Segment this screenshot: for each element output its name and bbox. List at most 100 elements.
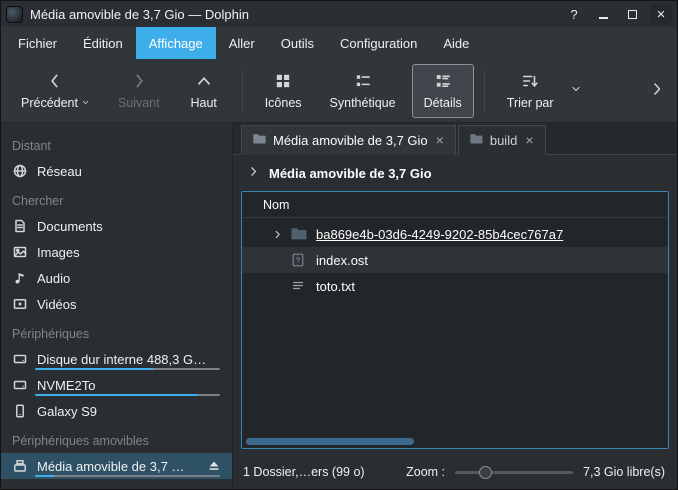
- chevron-right-icon: [130, 72, 148, 93]
- file-row-folder[interactable]: ba869e4b-03d6-4249-9202-85b4cec767a7: [242, 221, 668, 247]
- grid-icon: [274, 72, 292, 93]
- up-button[interactable]: Haut: [176, 64, 232, 118]
- zoom-slider-handle[interactable]: [479, 466, 492, 479]
- minimize-button[interactable]: [592, 4, 614, 24]
- places-panel: Distant Réseau Chercher Documents Images…: [1, 123, 233, 489]
- column-header-name[interactable]: Nom: [242, 192, 668, 218]
- help-button[interactable]: ?: [563, 4, 585, 24]
- titlebar: Média amovible de 3,7 Gio — Dolphin ? ×: [1, 1, 677, 27]
- toolbar: Précédent Suivant Haut Icônes Synthétiqu…: [1, 59, 677, 123]
- status-bar: 1 Dossier,…ers (99 o) Zoom : 7,3 Gio lib…: [233, 455, 677, 489]
- tab-build[interactable]: build ×: [458, 125, 546, 155]
- tab-close-icon[interactable]: ×: [435, 132, 445, 148]
- free-space-label: 7,3 Gio libre(s): [583, 465, 665, 479]
- breadcrumb-current: Média amovible de 3,7 Gio: [269, 166, 432, 181]
- sidebar-item-galaxy-s9[interactable]: Galaxy S9: [1, 398, 232, 424]
- items-summary: 1 Dossier,…ers (99 o): [243, 465, 365, 479]
- sidebar-item-media-amovible[interactable]: Média amovible de 3,7 …: [1, 453, 232, 479]
- disk-usage-bar: [35, 394, 220, 396]
- section-header-chercher: Chercher: [1, 184, 232, 213]
- icons-view-label: Icônes: [265, 96, 302, 110]
- zoom-slider[interactable]: [455, 465, 573, 479]
- file-name: toto.txt: [316, 279, 355, 294]
- sidebar-item-label: Disque dur interne 488,3 G…: [37, 352, 206, 367]
- menu-edition[interactable]: Édition: [70, 27, 136, 59]
- eject-icon[interactable]: [207, 459, 221, 473]
- sidebar-item-reseau[interactable]: Réseau: [1, 158, 232, 184]
- section-header-distant: Distant: [1, 129, 232, 158]
- sidebar-item-documents[interactable]: Documents: [1, 213, 232, 239]
- menu-aller[interactable]: Aller: [216, 27, 268, 59]
- maximize-icon: [628, 10, 637, 19]
- tab-media-amovible[interactable]: Média amovible de 3,7 Gio ×: [241, 125, 456, 155]
- menu-aide[interactable]: Aide: [430, 27, 482, 59]
- forward-button[interactable]: Suivant: [106, 64, 172, 118]
- sidebar-item-label: Réseau: [37, 164, 82, 179]
- menubar: Fichier Édition Affichage Aller Outils C…: [1, 27, 677, 59]
- zoom-slider-track[interactable]: [455, 471, 573, 474]
- compact-view-button[interactable]: Synthétique: [318, 64, 408, 118]
- file-name: ba869e4b-03d6-4249-9202-85b4cec767a7: [316, 227, 563, 242]
- toolbar-overflow-button[interactable]: [645, 77, 669, 104]
- sort-dropdown-chevron-icon[interactable]: [570, 83, 582, 98]
- file-row-toto-txt[interactable]: toto.txt: [242, 273, 668, 299]
- horizontal-scrollbar[interactable]: [246, 438, 664, 445]
- sort-by-button[interactable]: Trier par: [495, 64, 566, 118]
- details-view-label: Détails: [424, 96, 462, 110]
- zoom-label: Zoom :: [406, 465, 445, 479]
- disk-usage-bar: [35, 368, 220, 370]
- chevron-left-icon: [46, 72, 64, 93]
- music-note-icon: [12, 270, 28, 286]
- section-header-amovibles: Périphériques amovibles: [1, 424, 232, 453]
- menu-configuration[interactable]: Configuration: [327, 27, 430, 59]
- sidebar-item-disque-interne[interactable]: Disque dur interne 488,3 G…: [1, 346, 232, 372]
- dolphin-window: Média amovible de 3,7 Gio — Dolphin ? × …: [0, 0, 678, 490]
- folder-icon: [469, 132, 483, 148]
- unknown-file-icon: ?: [290, 252, 307, 268]
- sidebar-item-audio[interactable]: Audio: [1, 265, 232, 291]
- icons-view-button[interactable]: Icônes: [253, 64, 314, 118]
- chevron-down-icon: [81, 96, 90, 110]
- sidebar-item-label: Documents: [37, 219, 103, 234]
- chevron-right-icon: [247, 165, 260, 181]
- maximize-button[interactable]: [621, 4, 643, 24]
- chevron-up-icon: [195, 72, 213, 93]
- horizontal-scrollbar-thumb[interactable]: [246, 438, 414, 445]
- globe-icon: [12, 163, 28, 179]
- expand-chevron-icon[interactable]: [268, 229, 286, 240]
- image-icon: [12, 244, 28, 260]
- close-button[interactable]: ×: [650, 4, 672, 24]
- breadcrumb[interactable]: Média amovible de 3,7 Gio: [233, 155, 677, 191]
- document-icon: [12, 218, 28, 234]
- menu-outils[interactable]: Outils: [268, 27, 327, 59]
- video-icon: [12, 296, 28, 312]
- file-row-index-ost[interactable]: ? index.ost: [242, 247, 668, 273]
- toolbar-separator: [484, 70, 485, 112]
- sidebar-item-label: Images: [37, 245, 80, 260]
- sidebar-item-label: Galaxy S9: [37, 404, 97, 419]
- phone-icon: [12, 403, 28, 419]
- section-header-peripheriques: Périphériques: [1, 317, 232, 346]
- menu-affichage[interactable]: Affichage: [136, 27, 216, 59]
- sidebar-item-label: Audio: [37, 271, 70, 286]
- tab-close-icon[interactable]: ×: [524, 132, 534, 148]
- file-view: Nom ba869e4b-03d6-4249-9202-85b4cec767a7…: [241, 191, 669, 449]
- sidebar-item-videos[interactable]: Vidéos: [1, 291, 232, 317]
- back-button[interactable]: Précédent: [9, 64, 102, 118]
- folder-icon: [290, 226, 307, 242]
- file-rows: ba869e4b-03d6-4249-9202-85b4cec767a7 ? i…: [242, 218, 668, 299]
- sidebar-item-images[interactable]: Images: [1, 239, 232, 265]
- chevron-right-icon: [649, 85, 665, 100]
- app-icon[interactable]: [6, 6, 23, 23]
- window-title: Média amovible de 3,7 Gio — Dolphin: [30, 7, 249, 22]
- details-view-button[interactable]: Détails: [412, 64, 474, 118]
- disk-usage-bar: [35, 475, 220, 477]
- sidebar-item-nvme2to[interactable]: NVME2To: [1, 372, 232, 398]
- sort-icon: [521, 72, 539, 93]
- hard-drive-icon: [12, 377, 28, 393]
- sidebar-item-label: NVME2To: [37, 378, 96, 393]
- forward-label: Suivant: [118, 96, 160, 110]
- minimize-icon: [599, 17, 608, 19]
- menu-fichier[interactable]: Fichier: [5, 27, 70, 59]
- up-label: Haut: [190, 96, 216, 110]
